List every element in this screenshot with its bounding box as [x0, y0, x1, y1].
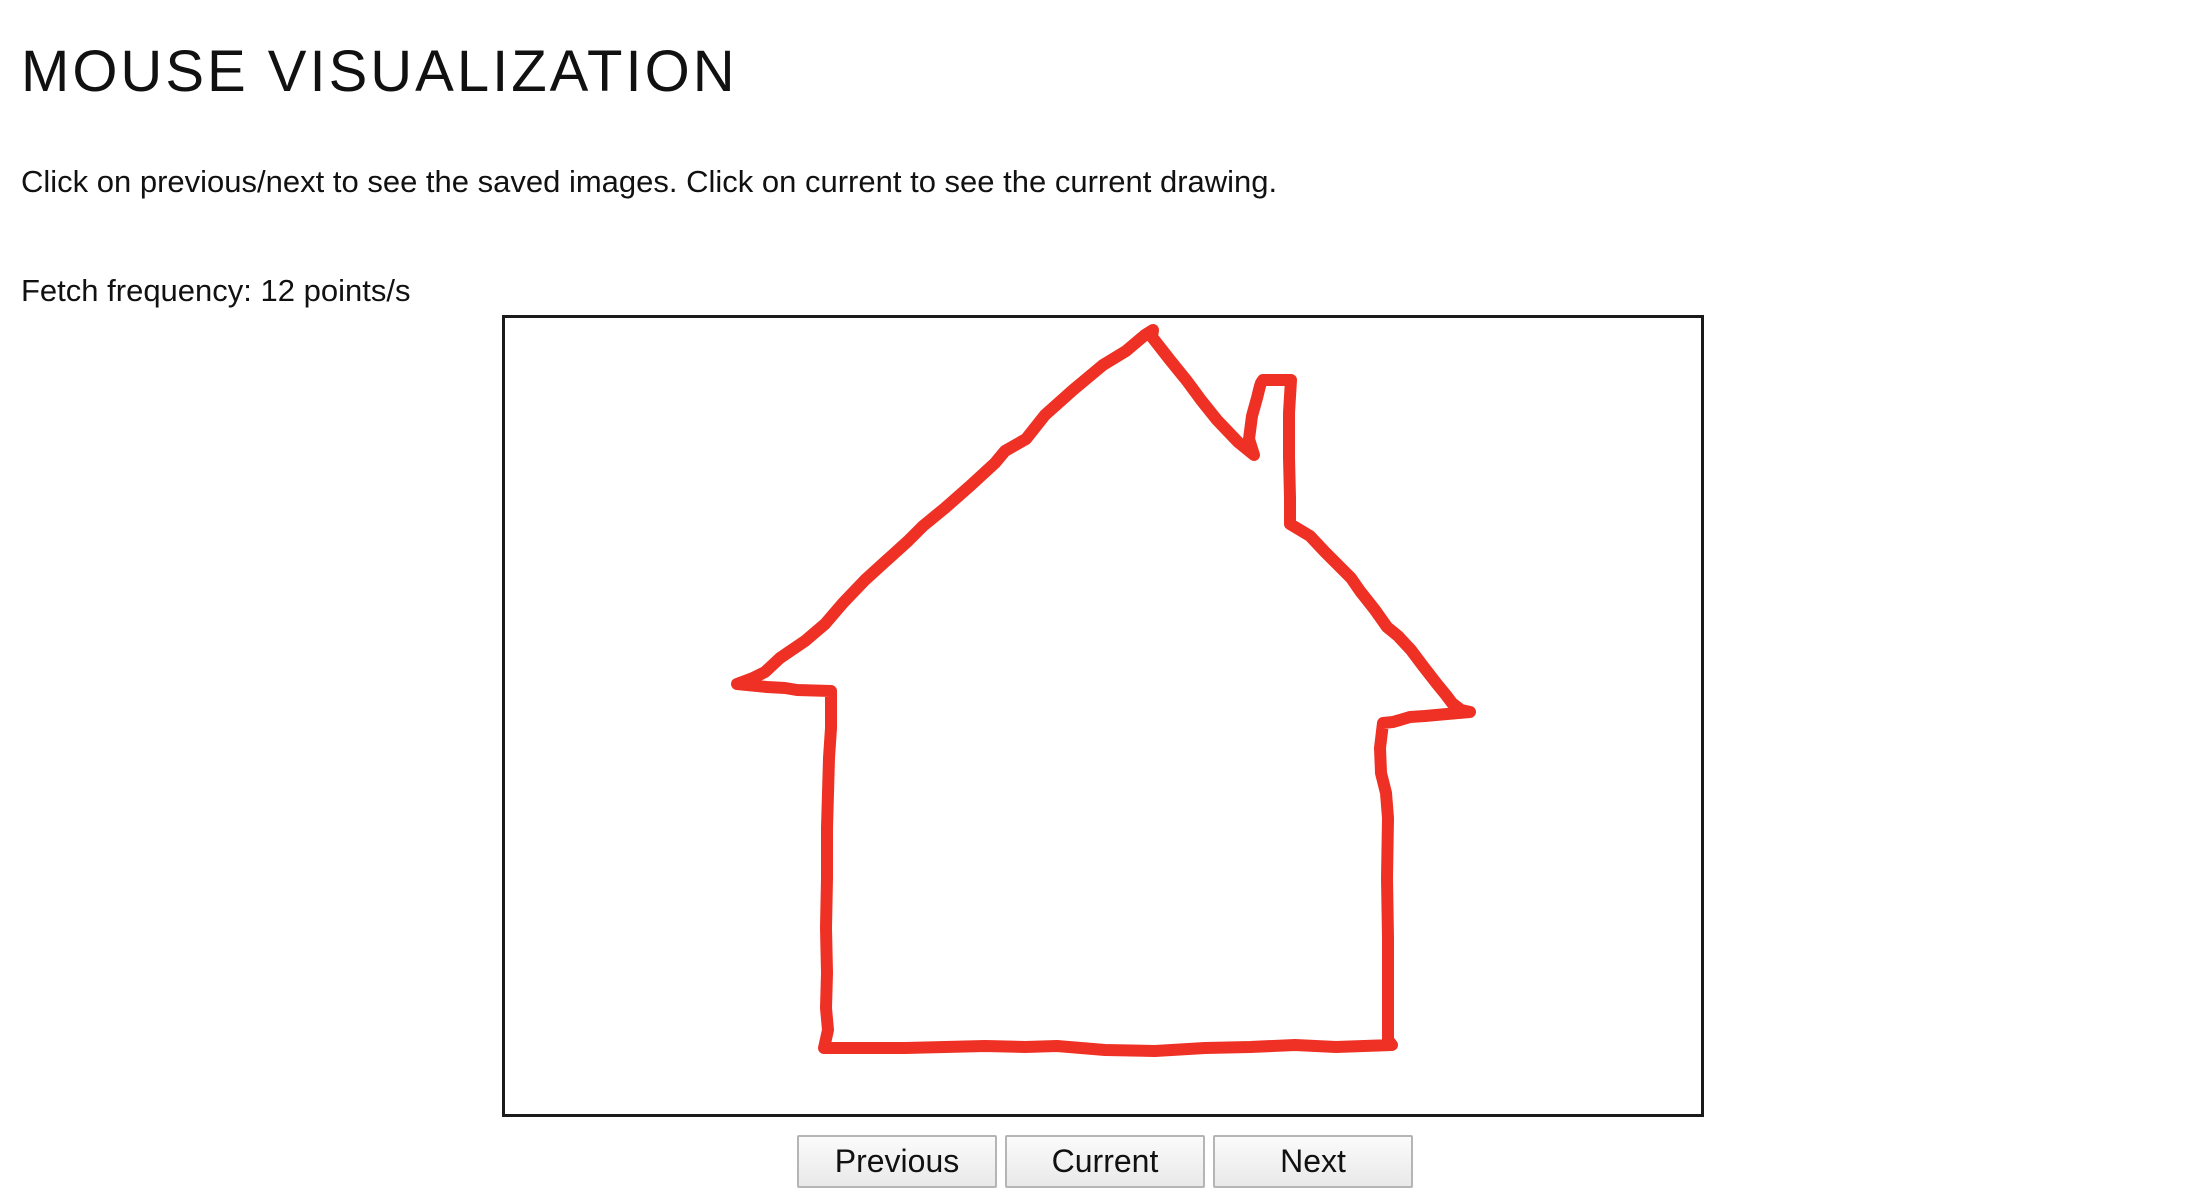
- previous-button[interactable]: Previous: [797, 1135, 997, 1188]
- fetch-frequency-label: Fetch frequency: 12 points/s: [21, 273, 411, 308]
- drawing-svg: [731, 324, 1476, 1057]
- page-title: MOUSE VISUALIZATION: [21, 39, 738, 104]
- house-drawing-stroke: [731, 324, 1476, 1057]
- instructions-text: Click on previous/next to see the saved …: [21, 164, 1278, 199]
- next-button[interactable]: Next: [1213, 1135, 1413, 1188]
- drawing-canvas[interactable]: [502, 315, 1704, 1117]
- current-button[interactable]: Current: [1005, 1135, 1205, 1188]
- navigation-buttons: Previous Current Next: [797, 1135, 1413, 1188]
